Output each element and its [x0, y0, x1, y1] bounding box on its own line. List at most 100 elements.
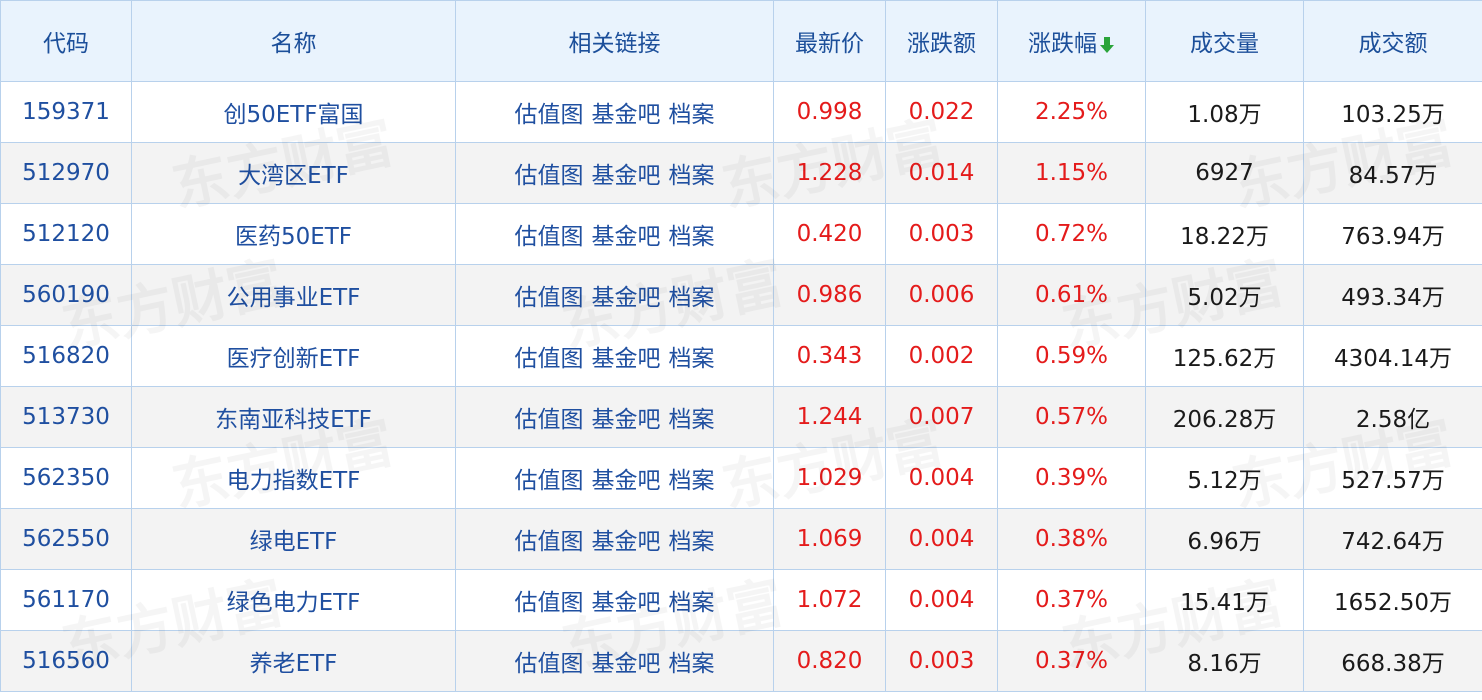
- fund-forum-link[interactable]: 基金吧: [592, 285, 661, 311]
- fund-profile-link[interactable]: 档案: [669, 468, 715, 494]
- fund-profile-link[interactable]: 档案: [669, 285, 715, 311]
- cell-change: 0.003: [885, 630, 998, 692]
- valuation-chart-link[interactable]: 估值图: [515, 407, 584, 433]
- cell-change-pct: 0.59%: [997, 325, 1146, 387]
- cell-price: 0.986: [773, 264, 886, 326]
- table-row: 560190 公用事业ETF 估值图 基金吧 档案 0.986 0.006 0.61% 5.02…: [0, 264, 1482, 326]
- fund-forum-link[interactable]: 基金吧: [592, 346, 661, 372]
- etf-ranking-table: 代码 名称 相关链接 最新价 涨跌额 涨跌幅 成交量 成交额 159371 创50…: [0, 0, 1482, 692]
- fund-profile-link[interactable]: 档案: [669, 102, 715, 128]
- fund-profile-link[interactable]: 档案: [669, 590, 715, 616]
- fund-profile-link[interactable]: 档案: [669, 346, 715, 372]
- cell-links: 估值图 基金吧 档案: [455, 81, 774, 143]
- fund-forum-link[interactable]: 基金吧: [592, 224, 661, 250]
- cell-change: 0.004: [885, 508, 998, 570]
- cell-amount: 742.64万: [1303, 508, 1482, 570]
- fund-forum-link[interactable]: 基金吧: [592, 651, 661, 677]
- cell-change: 0.003: [885, 203, 998, 265]
- fund-forum-link[interactable]: 基金吧: [592, 590, 661, 616]
- valuation-chart-link[interactable]: 估值图: [515, 590, 584, 616]
- cell-code[interactable]: 562350: [0, 447, 132, 509]
- fund-profile-link[interactable]: 档案: [669, 163, 715, 189]
- cell-name[interactable]: 绿色电力ETF: [131, 569, 456, 631]
- cell-code[interactable]: 560190: [0, 264, 132, 326]
- fund-forum-link[interactable]: 基金吧: [592, 102, 661, 128]
- etf-table-panel: 代码 名称 相关链接 最新价 涨跌额 涨跌幅 成交量 成交额 159371 创50…: [0, 0, 1482, 700]
- cell-change-pct: 1.15%: [997, 142, 1146, 204]
- cell-price: 1.069: [773, 508, 886, 570]
- cell-volume: 5.12万: [1145, 447, 1304, 509]
- cell-code[interactable]: 561170: [0, 569, 132, 631]
- fund-profile-link[interactable]: 档案: [669, 407, 715, 433]
- cell-change: 0.004: [885, 447, 998, 509]
- table-row: 512120 医药50ETF 估值图 基金吧 档案 0.420 0.003 0.72% 18.2…: [0, 203, 1482, 265]
- fund-forum-link[interactable]: 基金吧: [592, 407, 661, 433]
- header-price[interactable]: 最新价: [773, 0, 886, 82]
- cell-amount: 527.57万: [1303, 447, 1482, 509]
- table-row: 561170 绿色电力ETF 估值图 基金吧 档案 1.072 0.004 0.37% 15.4…: [0, 569, 1482, 631]
- cell-links: 估值图 基金吧 档案: [455, 264, 774, 326]
- cell-name[interactable]: 绿电ETF: [131, 508, 456, 570]
- cell-change: 0.007: [885, 386, 998, 448]
- cell-change: 0.006: [885, 264, 998, 326]
- cell-name[interactable]: 创50ETF富国: [131, 81, 456, 143]
- fund-profile-link[interactable]: 档案: [669, 529, 715, 555]
- table-row: 159371 创50ETF富国 估值图 基金吧 档案 0.998 0.022 2.25% 1.0…: [0, 81, 1482, 143]
- cell-volume: 15.41万: [1145, 569, 1304, 631]
- cell-price: 1.072: [773, 569, 886, 631]
- valuation-chart-link[interactable]: 估值图: [515, 346, 584, 372]
- cell-code[interactable]: 512120: [0, 203, 132, 265]
- valuation-chart-link[interactable]: 估值图: [515, 285, 584, 311]
- cell-name[interactable]: 医药50ETF: [131, 203, 456, 265]
- cell-name[interactable]: 医疗创新ETF: [131, 325, 456, 387]
- header-name[interactable]: 名称: [131, 0, 456, 82]
- cell-volume: 5.02万: [1145, 264, 1304, 326]
- cell-name[interactable]: 大湾区ETF: [131, 142, 456, 204]
- cell-price: 0.820: [773, 630, 886, 692]
- fund-profile-link[interactable]: 档案: [669, 224, 715, 250]
- header-change[interactable]: 涨跌额: [885, 0, 998, 82]
- table-row: 516560 养老ETF 估值图 基金吧 档案 0.820 0.003 0.37% 8.16万 6…: [0, 630, 1482, 692]
- cell-name[interactable]: 东南亚科技ETF: [131, 386, 456, 448]
- cell-links: 估值图 基金吧 档案: [455, 508, 774, 570]
- valuation-chart-link[interactable]: 估值图: [515, 102, 584, 128]
- fund-forum-link[interactable]: 基金吧: [592, 468, 661, 494]
- valuation-chart-link[interactable]: 估值图: [515, 163, 584, 189]
- cell-change: 0.022: [885, 81, 998, 143]
- cell-change-pct: 0.57%: [997, 386, 1146, 448]
- cell-change-pct: 0.61%: [997, 264, 1146, 326]
- cell-code[interactable]: 516560: [0, 630, 132, 692]
- valuation-chart-link[interactable]: 估值图: [515, 529, 584, 555]
- cell-code[interactable]: 562550: [0, 508, 132, 570]
- cell-name[interactable]: 电力指数ETF: [131, 447, 456, 509]
- cell-code[interactable]: 512970: [0, 142, 132, 204]
- header-change-pct-label: 涨跌幅: [1028, 31, 1097, 57]
- cell-links: 估值图 基金吧 档案: [455, 569, 774, 631]
- cell-price: 1.244: [773, 386, 886, 448]
- cell-code[interactable]: 159371: [0, 81, 132, 143]
- cell-amount: 493.34万: [1303, 264, 1482, 326]
- fund-forum-link[interactable]: 基金吧: [592, 529, 661, 555]
- header-code[interactable]: 代码: [0, 0, 132, 82]
- header-change-pct[interactable]: 涨跌幅: [997, 0, 1146, 82]
- header-volume[interactable]: 成交量: [1145, 0, 1304, 82]
- fund-forum-link[interactable]: 基金吧: [592, 163, 661, 189]
- cell-code[interactable]: 516820: [0, 325, 132, 387]
- cell-code[interactable]: 513730: [0, 386, 132, 448]
- cell-links: 估值图 基金吧 档案: [455, 447, 774, 509]
- cell-change-pct: 0.39%: [997, 447, 1146, 509]
- valuation-chart-link[interactable]: 估值图: [515, 651, 584, 677]
- cell-amount: 103.25万: [1303, 81, 1482, 143]
- fund-profile-link[interactable]: 档案: [669, 651, 715, 677]
- cell-volume: 1.08万: [1145, 81, 1304, 143]
- cell-links: 估值图 基金吧 档案: [455, 386, 774, 448]
- cell-change: 0.002: [885, 325, 998, 387]
- valuation-chart-link[interactable]: 估值图: [515, 468, 584, 494]
- header-links: 相关链接: [455, 0, 774, 82]
- valuation-chart-link[interactable]: 估值图: [515, 224, 584, 250]
- cell-name[interactable]: 养老ETF: [131, 630, 456, 692]
- cell-name[interactable]: 公用事业ETF: [131, 264, 456, 326]
- cell-volume: 125.62万: [1145, 325, 1304, 387]
- table-row: 562550 绿电ETF 估值图 基金吧 档案 1.069 0.004 0.38% 6.96万 7…: [0, 508, 1482, 570]
- header-amount[interactable]: 成交额: [1303, 0, 1482, 82]
